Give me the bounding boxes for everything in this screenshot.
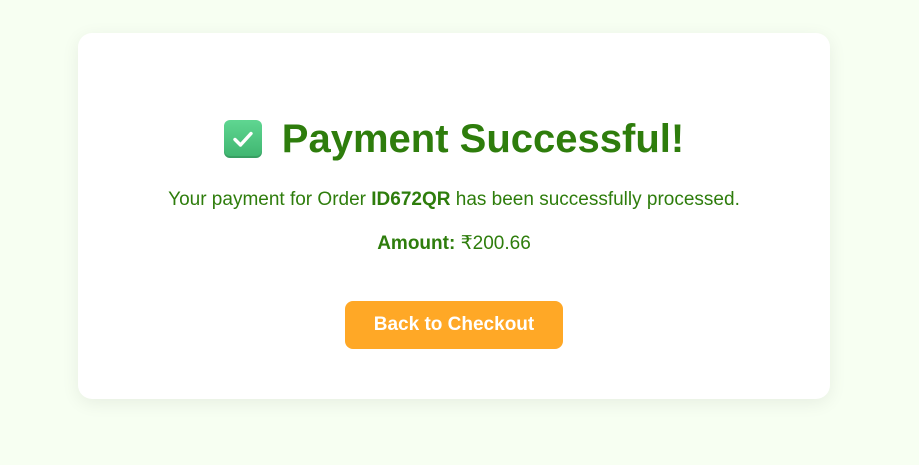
amount-label: Amount: [377,233,456,254]
message-prefix: Your payment for Order [168,189,372,210]
amount-line: Amount: ₹200.66 [78,232,830,255]
amount-value: ₹200.66 [455,233,531,254]
confirmation-message: Your payment for Order ID672QR has been … [78,189,830,211]
title-row: Payment Successful! [78,115,830,163]
page-title: Payment Successful! [281,117,685,161]
check-mark-button-icon [223,120,262,158]
back-to-checkout-button[interactable]: Back to Checkout [345,301,563,349]
payment-success-card: Payment Successful! Your payment for Ord… [78,33,830,399]
order-id: ID672QR [371,189,451,210]
message-suffix: has been successfully processed. [450,189,740,210]
